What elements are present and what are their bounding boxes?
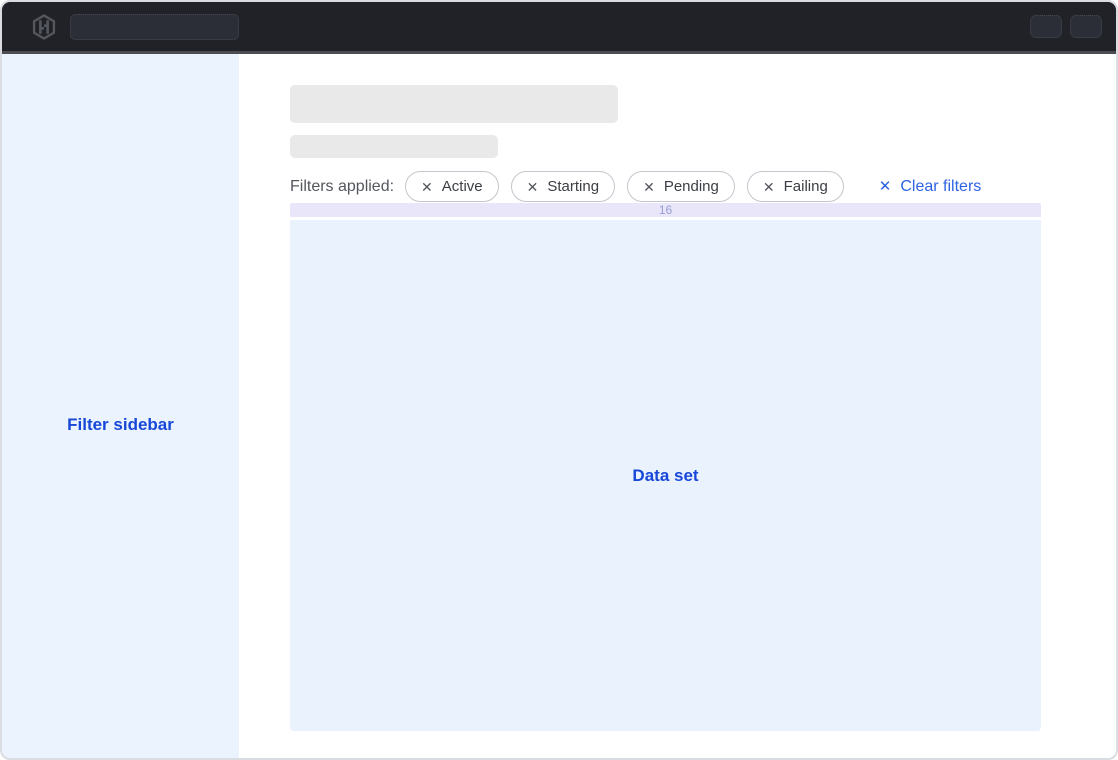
page-subtitle-placeholder bbox=[290, 135, 498, 158]
close-icon[interactable]: ✕ bbox=[643, 180, 655, 194]
app-body: Filter sidebar Filters applied: ✕ Active… bbox=[2, 54, 1116, 758]
clear-filters-label: Clear filters bbox=[900, 178, 981, 196]
data-set-region: Data set bbox=[290, 220, 1041, 731]
topbar-actions bbox=[1030, 15, 1102, 38]
filters-applied-row: Filters applied: ✕ Active ✕ Starting ✕ P… bbox=[290, 171, 1041, 202]
filter-chip-active[interactable]: ✕ Active bbox=[405, 171, 499, 202]
data-set-label: Data set bbox=[632, 466, 698, 486]
clear-filters-link[interactable]: ✕ Clear filters bbox=[879, 178, 981, 196]
filter-chip-label: Starting bbox=[547, 178, 599, 195]
hashicorp-logo-icon[interactable] bbox=[30, 13, 58, 41]
close-icon[interactable]: ✕ bbox=[527, 180, 539, 194]
close-icon[interactable]: ✕ bbox=[763, 180, 775, 194]
filters-applied-label: Filters applied: bbox=[290, 178, 394, 196]
filter-chip-starting[interactable]: ✕ Starting bbox=[511, 171, 615, 202]
filter-chip-label: Pending bbox=[664, 178, 719, 195]
top-nav-bar bbox=[2, 2, 1116, 54]
filter-chip-label: Failing bbox=[784, 178, 828, 195]
filter-chip-failing[interactable]: ✕ Failing bbox=[747, 171, 844, 202]
main-content: Filters applied: ✕ Active ✕ Starting ✕ P… bbox=[239, 54, 1116, 758]
filter-chip-label: Active bbox=[442, 178, 483, 195]
topbar-action-placeholder-2[interactable] bbox=[1070, 15, 1102, 38]
filter-chip-pending[interactable]: ✕ Pending bbox=[627, 171, 735, 202]
close-icon[interactable]: ✕ bbox=[421, 180, 433, 194]
filter-sidebar-label: Filter sidebar bbox=[67, 415, 174, 435]
page-title-placeholder bbox=[290, 85, 618, 123]
result-count-label: 16 bbox=[659, 203, 672, 217]
close-icon: ✕ bbox=[879, 179, 892, 194]
nav-search-placeholder[interactable] bbox=[70, 14, 239, 40]
topbar-action-placeholder-1[interactable] bbox=[1030, 15, 1062, 38]
result-count-bar: 16 bbox=[290, 203, 1041, 217]
app-window: Filter sidebar Filters applied: ✕ Active… bbox=[0, 0, 1118, 760]
filter-sidebar: Filter sidebar bbox=[2, 54, 239, 758]
